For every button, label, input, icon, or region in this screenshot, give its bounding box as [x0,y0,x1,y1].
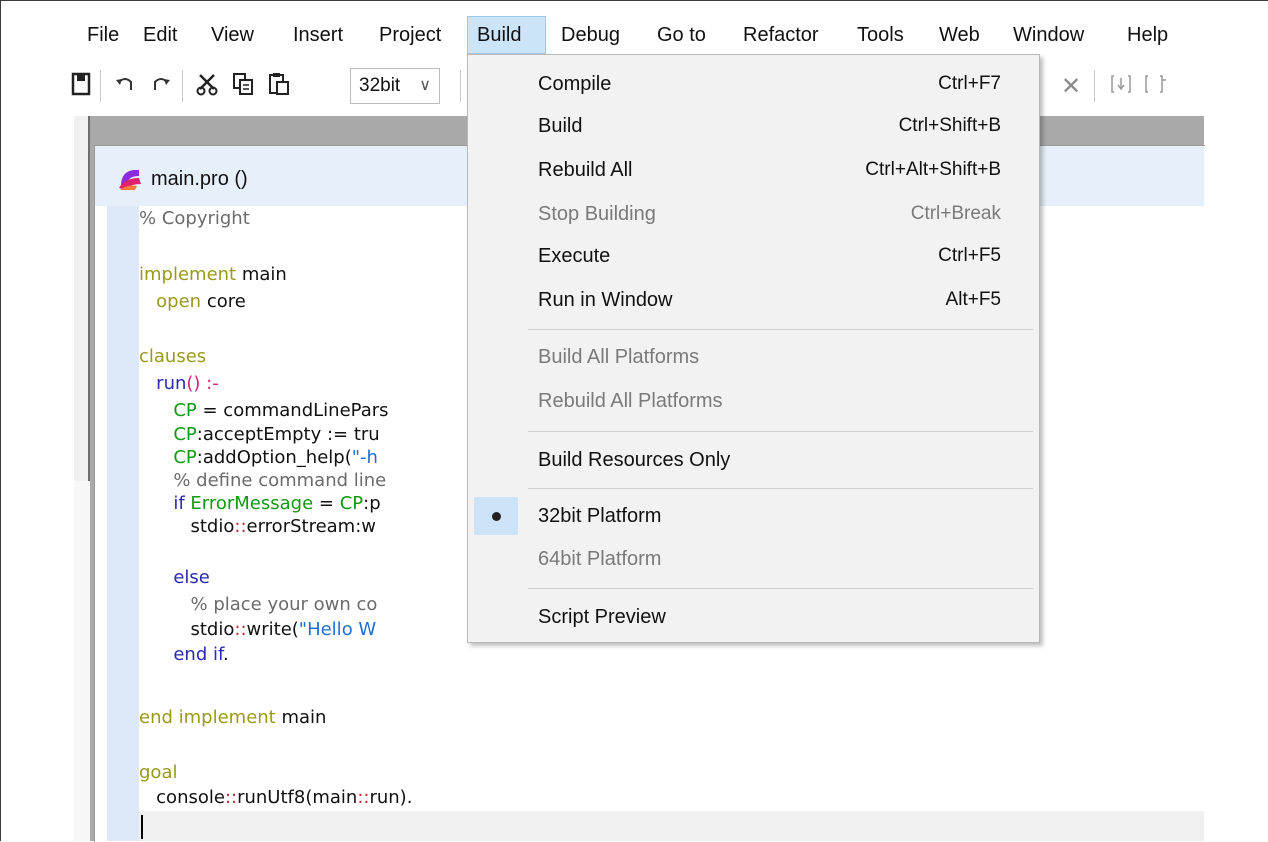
menu-item-execute[interactable]: Execute Ctrl+F5 [468,235,1039,277]
menu-help[interactable]: Help [1118,16,1177,54]
code-line: console::runUtf8(main::run). [139,787,413,808]
code-line: stdio::errorStream:w [139,516,377,537]
menu-edit[interactable]: Edit [134,16,186,54]
menu-view[interactable]: View [202,16,263,54]
redo-icon[interactable] [148,72,174,100]
code-line: % Copyright [139,208,250,229]
menu-insert[interactable]: Insert [284,16,352,54]
menu-separator [528,588,1033,589]
menu-item-64bit-platform[interactable]: 64bit Platform [468,538,1039,580]
code-line: if ErrorMessage = CP:p [139,493,381,514]
menu-tools[interactable]: Tools [848,16,913,54]
menu-item-build-resources-only[interactable]: Build Resources Only [468,439,1039,481]
project-panel-edge[interactable] [74,116,90,481]
menu-window[interactable]: Window [1004,16,1093,54]
menubar: File Edit View Insert Project Build Debu… [74,16,1204,54]
step-into-icon[interactable] [1108,72,1134,100]
code-line: CP:addOption_help("-h [139,447,378,468]
code-line: stdio::write("Hello W [139,619,377,640]
platform-combo-value: 32bit [359,75,401,96]
editor-title: main.pro () [151,168,248,190]
menu-item-run-in-window[interactable]: Run in Window Alt+F5 [468,279,1039,321]
editor-gutter [107,206,139,841]
code-line: implement main [139,264,287,285]
toolbar-separator [182,70,183,102]
menu-project[interactable]: Project [370,16,450,54]
code-line: end if. [139,644,229,665]
code-line: % place your own co [139,594,378,615]
menu-item-32bit-platform[interactable]: 32bit Platform [468,495,1039,537]
copy-icon[interactable] [230,72,256,100]
current-line-highlight [139,811,1204,841]
menu-item-build-all-platforms[interactable]: Build All Platforms [468,336,1039,378]
window-frame-top [0,0,1268,1]
pro-file-icon [119,170,141,190]
code-line: clauses [139,346,207,367]
cut-icon[interactable] [194,72,220,100]
menu-refactor[interactable]: Refactor [734,16,828,54]
code-line: CP = commandLinePars [139,400,389,421]
close-icon[interactable]: ✕ [1058,72,1084,100]
code-line: CP:acceptEmpty := tru [139,424,380,445]
code-line: end implement main [139,707,327,728]
menu-item-compile[interactable]: Compile Ctrl+F7 [468,63,1039,105]
code-line: run() :- [139,373,219,394]
window-frame-left [0,0,1,841]
menu-separator [528,488,1033,489]
platform-combo[interactable]: 32bit ∨ [350,68,440,104]
menu-debug[interactable]: Debug [552,16,629,54]
save-icon[interactable] [68,72,94,100]
code-line: else [139,567,210,588]
paste-icon[interactable] [266,72,292,100]
toolbar-separator [100,70,101,102]
project-panel-strip [74,481,90,841]
menu-web[interactable]: Web [930,16,989,54]
menu-item-stop-building[interactable]: Stop Building Ctrl+Break [468,193,1039,235]
menu-goto[interactable]: Go to [648,16,715,54]
text-caret [141,815,143,839]
menu-item-rebuild-all[interactable]: Rebuild All Ctrl+Alt+Shift+B [468,149,1039,191]
step-out-icon[interactable] [1142,72,1168,100]
menu-separator [528,329,1033,330]
toolbar-separator [460,70,461,102]
menu-build[interactable]: Build [467,16,546,54]
build-menu-dropdown: Compile Ctrl+F7 Build Ctrl+Shift+B Rebui… [467,54,1040,643]
menu-separator [528,431,1033,432]
menu-item-build[interactable]: Build Ctrl+Shift+B [468,105,1039,147]
menu-item-script-preview[interactable]: Script Preview [468,596,1039,638]
menu-file[interactable]: File [78,16,128,54]
menu-item-rebuild-all-platforms[interactable]: Rebuild All Platforms [468,380,1039,422]
code-line: goal [139,762,178,783]
chevron-down-icon: ∨ [419,77,431,94]
undo-icon[interactable] [112,72,138,100]
code-line: open core [139,291,246,312]
radio-dot-icon [492,512,501,521]
code-line: % define command line [139,470,387,491]
radio-selected-indicator [474,497,518,535]
toolbar-separator [1094,70,1095,102]
